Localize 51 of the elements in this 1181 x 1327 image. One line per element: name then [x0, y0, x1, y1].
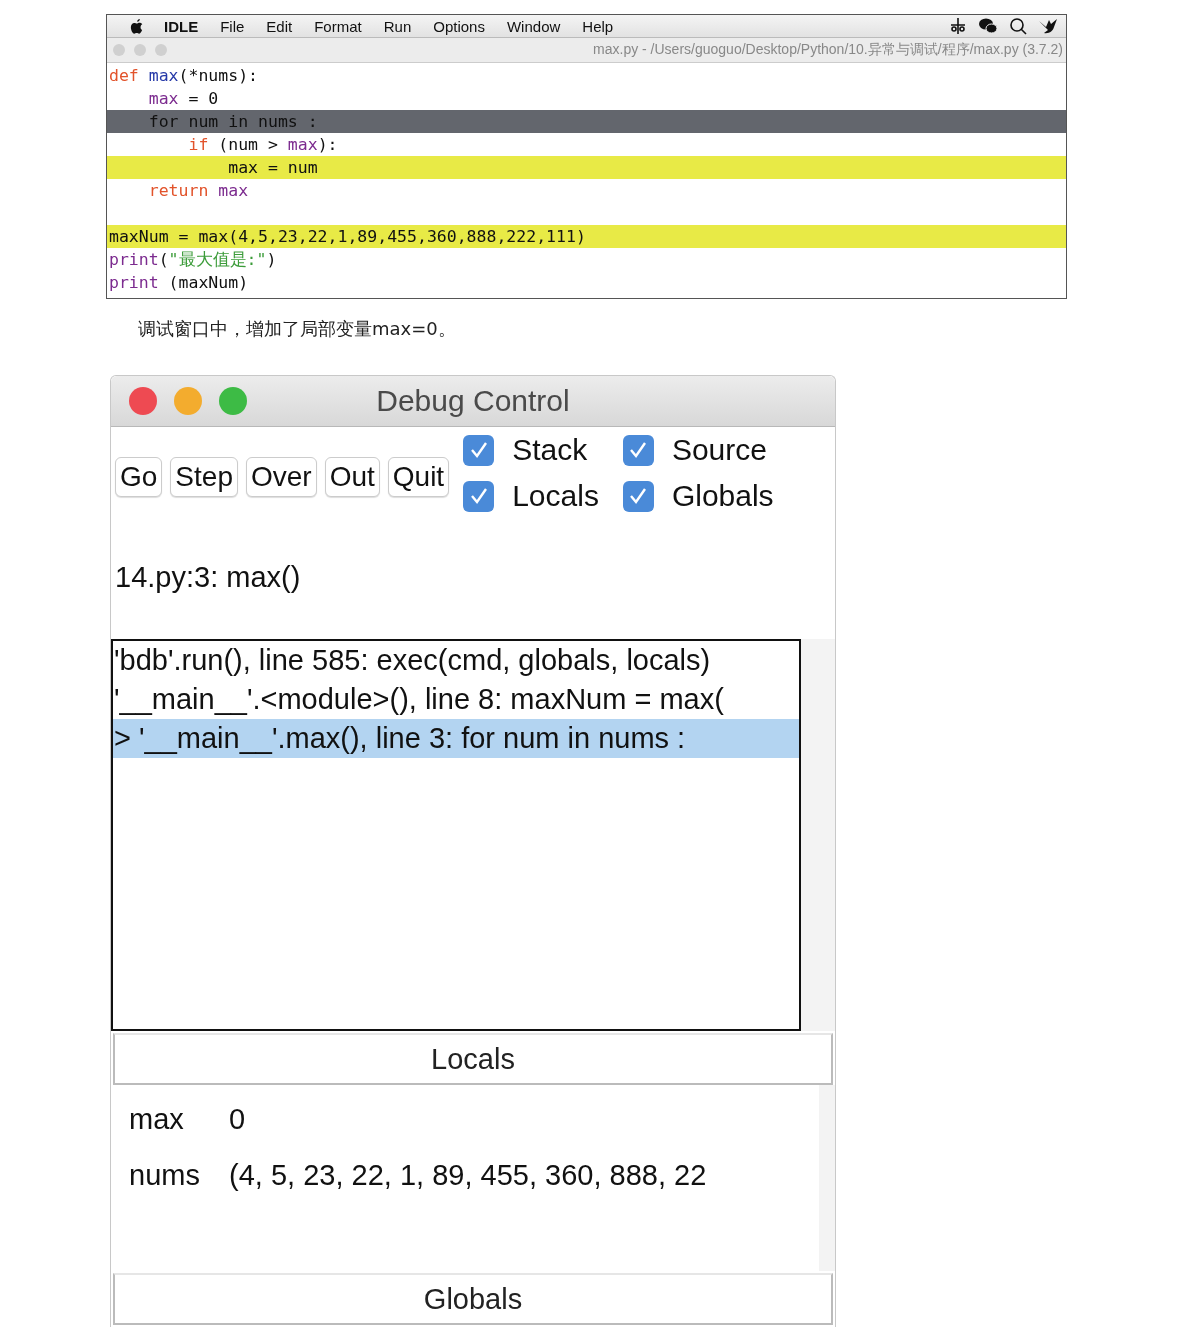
check-icon [468, 441, 489, 459]
checkbox-label: Source [671, 433, 767, 467]
code-line: return max [147, 180, 250, 202]
code-line: max = 0 [147, 88, 220, 110]
checkbox-label: Locals [512, 479, 599, 513]
menu-item[interactable]: Help [571, 17, 625, 35]
menu-item[interactable]: Format [303, 17, 373, 35]
menu-item[interactable]: File [209, 17, 256, 35]
window-button[interactable] [129, 387, 157, 415]
checkbox-label: Stack [512, 433, 588, 467]
checkbox[interactable] [622, 434, 654, 466]
checkbox[interactable] [463, 434, 495, 466]
section-header[interactable]: Globals [113, 1273, 833, 1325]
stack-item[interactable]: '__main__'.<module>(), line 8: maxNum = max( [113, 680, 799, 719]
window-title: max.py - /Users/guoguo/Desktop/Python/10.异常与调试/程序/max.py (3.7.2) [593, 41, 1063, 59]
section-header[interactable]: Locals [113, 1033, 833, 1085]
check-icon [628, 487, 649, 505]
menu-item[interactable]: Run [372, 17, 423, 35]
menu-item[interactable]: Edit [255, 17, 304, 35]
variable-name: max [129, 1103, 185, 1137]
code-line: print (maxNum) [108, 272, 250, 294]
window-title: Debug Control [376, 384, 570, 417]
code-line: print("最大值是:") [108, 249, 278, 271]
variable-name: nums [129, 1159, 201, 1193]
checkbox-label: Globals [671, 479, 774, 513]
stack-item[interactable]: > '__main__'.max(), line 3: for num in nums : [113, 719, 799, 758]
search-icon[interactable] [1008, 17, 1028, 35]
code-line: if (num > max): [187, 134, 339, 156]
scrollbar-track[interactable] [801, 639, 835, 1031]
status-text: 14.py:3: max() [114, 561, 302, 595]
window-button[interactable] [219, 387, 247, 415]
chat-icon[interactable] [978, 17, 998, 35]
debug-button[interactable]: Over [245, 457, 317, 497]
debug-button[interactable]: Step [170, 457, 238, 497]
menu-item[interactable]: IDLE [153, 17, 210, 35]
caption-text: 调试窗口中，增加了局部变量max=0。 [138, 317, 457, 341]
variable-value: 0 [229, 1103, 246, 1137]
debug-button[interactable]: Quit [387, 457, 450, 497]
check-icon [468, 487, 489, 505]
menu-item[interactable]: Window [495, 17, 572, 35]
code-line: def max(*nums): [108, 65, 260, 87]
apple-icon[interactable] [129, 17, 145, 35]
stack-item[interactable]: 'bdb'.run(), line 585: exec(cmd, globals, locals) [113, 641, 799, 680]
checkbox[interactable] [463, 480, 495, 512]
menu-item[interactable]: Options [422, 17, 496, 35]
checkbox[interactable] [622, 480, 654, 512]
check-icon [628, 441, 649, 459]
variable-value: (4, 5, 23, 22, 1, 89, 455, 360, 888, 22 [229, 1159, 707, 1193]
scrollbar-track[interactable] [819, 1085, 835, 1271]
debug-button[interactable]: Go [115, 457, 163, 497]
debug-button[interactable]: Out [324, 457, 380, 497]
